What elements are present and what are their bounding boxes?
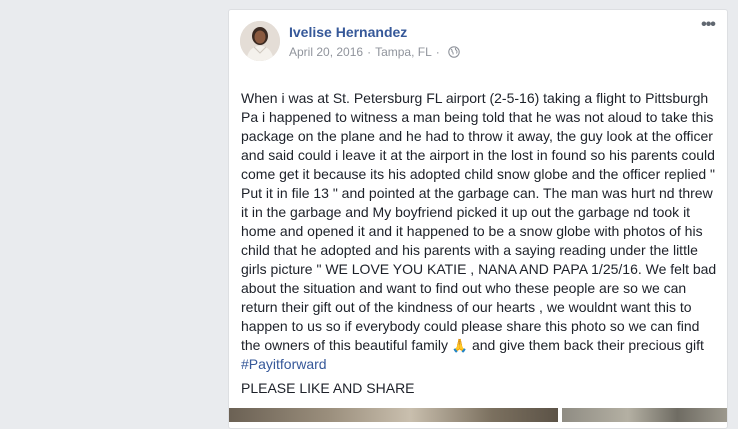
meta-separator: · [435,45,440,59]
post-body: When i was at St. Petersburg FL airport … [241,89,717,398]
more-options-icon[interactable]: ••• [698,17,718,35]
globe-icon[interactable] [448,46,460,58]
post-text-tail: and give them back their precious gift [468,337,704,353]
meta-separator: · [367,45,372,59]
post-location[interactable]: Tampa, FL [375,45,432,59]
attached-photo[interactable] [229,408,558,422]
profile-photo [240,21,280,61]
author-name[interactable]: Ivelise Hernandez [289,24,407,40]
post-text-main: When i was at St. Petersburg FL airport … [241,90,717,353]
hashtag-link[interactable]: #Payitforward [241,356,327,372]
photo-attachments [229,408,727,422]
post-date[interactable]: April 20, 2016 [289,45,363,59]
post-text: When i was at St. Petersburg FL airport … [241,89,717,374]
praying-hands-icon: 🙏 [451,338,469,353]
post-card: Ivelise Hernandez April 20, 2016 · Tampa… [228,9,728,429]
avatar[interactable] [240,21,280,61]
attached-photo[interactable] [562,408,727,422]
closing-text: PLEASE LIKE AND SHARE [241,380,415,396]
post-meta: April 20, 2016 · Tampa, FL · [289,45,460,59]
